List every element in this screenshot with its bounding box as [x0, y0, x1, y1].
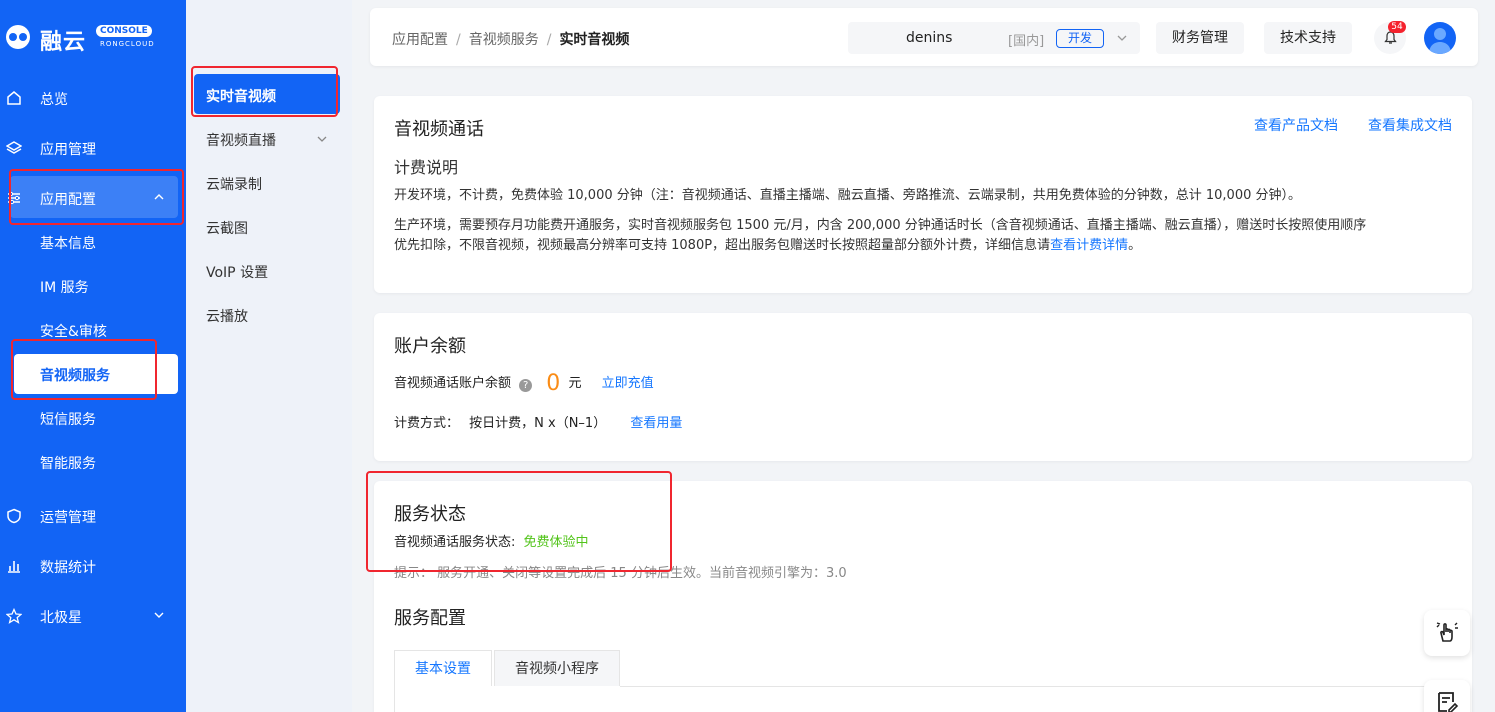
breadcrumb-av-service[interactable]: 音视频服务	[469, 32, 539, 48]
call-card-title: 音视频通话	[394, 119, 484, 140]
subnav-item-cloud-playback[interactable]: 云播放	[206, 306, 248, 326]
status-card-title: 服务状态	[394, 504, 466, 525]
billing-detail-link[interactable]: 查看计费详情	[1050, 238, 1128, 253]
floating-feedback-button[interactable]	[1424, 680, 1470, 712]
balance-value: 0	[546, 371, 561, 396]
config-icon	[8, 191, 20, 205]
tab-basic-settings[interactable]: 基本设置	[394, 650, 492, 686]
usage-link[interactable]: 查看用量	[630, 416, 682, 431]
status-value: 免费体验中	[523, 535, 589, 550]
sidebar-item-app-management[interactable]: 应用管理	[0, 132, 186, 164]
breadcrumb-current: 实时音视频	[559, 32, 630, 48]
brand-name: 融云	[40, 30, 87, 55]
subnav-item-rtc[interactable]: 实时音视频	[206, 86, 276, 106]
env-badge: 开发	[1056, 29, 1104, 48]
status-label: 音视频通话服务状态:	[394, 535, 516, 550]
sidebar-item-north-star[interactable]: 北极星	[0, 600, 186, 632]
sidebar-item-operations[interactable]: 运营管理	[0, 500, 186, 532]
help-icon[interactable]: ?	[519, 379, 533, 392]
subnav-item-live[interactable]: 音视频直播	[206, 130, 276, 150]
chevron-down-icon	[1117, 35, 1127, 41]
floating-gesture-button[interactable]	[1424, 610, 1470, 656]
billing-method-row: 计费方式： 按日计费，N x（N–1） 查看用量	[394, 412, 682, 431]
chevron-down-icon	[317, 136, 327, 142]
account-selector[interactable]: denins [国内] 开发	[848, 22, 1140, 54]
support-button[interactable]: 技术支持	[1264, 22, 1352, 54]
rongcloud-logo-icon	[6, 25, 30, 49]
edit-note-icon	[1438, 692, 1459, 712]
bar-chart-icon	[8, 561, 20, 573]
chevron-up-icon	[154, 194, 164, 200]
balance-card: 账户余额 音视频通话账户余额 ? 0 元 立即充值 计费方式： 按日计费，N x…	[374, 313, 1472, 461]
tab-divider	[620, 686, 1438, 687]
integration-doc-link[interactable]: 查看集成文档	[1368, 115, 1452, 135]
sidebar-subitem-sms[interactable]: 短信服务	[40, 409, 96, 429]
tab-mini-program[interactable]: 音视频小程序	[494, 650, 620, 686]
sidebar-subitem-av-service[interactable]: 音视频服务	[40, 365, 110, 385]
subnav-item-cloud-recording[interactable]: 云端录制	[206, 174, 262, 194]
billing-method-label: 计费方式：	[394, 416, 460, 431]
balance-row: 音视频通话账户余额 ? 0 元 立即充值	[394, 371, 654, 399]
chevron-down-icon	[154, 612, 164, 618]
tab-panel-border	[394, 686, 395, 712]
balance-card-title: 账户余额	[394, 336, 466, 357]
sidebar-item-statistics[interactable]: 数据统计	[0, 550, 186, 582]
call-card: 音视频通话 查看产品文档 查看集成文档 计费说明 开发环境，不计费，免费体验 1…	[374, 96, 1472, 293]
shield-icon	[7, 508, 21, 524]
sidebar-subitem-im-service[interactable]: IM 服务	[40, 277, 89, 297]
sidebar-subitem-security[interactable]: 安全&审核	[40, 321, 107, 341]
billing-method-value: 按日计费，N x（N–1）	[469, 416, 607, 431]
balance-currency: 元	[568, 376, 582, 391]
billing-dev-text: 开发环境，不计费，免费体验 10,000 分钟（注：音视频通话、直播主播端、融云…	[394, 188, 1302, 203]
bell-icon	[1384, 31, 1397, 44]
notification-count: 54	[1388, 21, 1406, 33]
status-tip: 提示： 服务开通、关闭等设置完成后 15 分钟后生效。当前音视频引擎为：3.0	[394, 566, 847, 581]
console-badge: CONSOLE RONGCLOUD	[96, 24, 172, 50]
user-avatar-icon	[1429, 28, 1451, 54]
subnav-item-screenshot[interactable]: 云截图	[206, 218, 248, 238]
billing-prod-text-2: 优先扣除，不限音视频，视频最高分辨率可支持 1080P，超出服务包赠送时长按照超…	[394, 238, 1142, 253]
account-name: denins	[906, 30, 953, 46]
main-sidebar: 融云 CONSOLE RONGCLOUD 总览 应用管理 应用配置 基本信息 I…	[0, 0, 186, 712]
balance-label: 音视频通话账户余额	[394, 376, 512, 391]
status-row: 音视频通话服务状态: 免费体验中	[394, 531, 589, 550]
finance-button[interactable]: 财务管理	[1156, 22, 1244, 54]
billing-title: 计费说明	[394, 158, 459, 177]
top-header: 应用配置 / 音视频服务 / 实时音视频 denins [国内] 开发 财务管理 技术支…	[370, 8, 1478, 66]
hand-pointer-icon	[1436, 622, 1458, 642]
billing-prod-text: 生产环境，需要预存月功能费开通服务，实时音视频服务包 1500 元/月，内含 2…	[394, 218, 1367, 233]
recharge-link[interactable]: 立即充值	[602, 376, 654, 391]
avatar[interactable]	[1424, 22, 1456, 54]
breadcrumb: 应用配置 / 音视频服务 / 实时音视频	[392, 32, 630, 48]
product-doc-link[interactable]: 查看产品文档	[1254, 115, 1338, 135]
subnav-item-voip[interactable]: VoIP 设置	[206, 262, 268, 282]
layers-icon	[6, 141, 22, 154]
sidebar-subitem-basic-info[interactable]: 基本信息	[40, 233, 96, 253]
star-icon	[6, 608, 22, 624]
breadcrumb-app-config[interactable]: 应用配置	[392, 32, 448, 48]
sidebar-subitem-ai[interactable]: 智能服务	[40, 453, 96, 473]
home-icon	[7, 91, 21, 105]
sidebar-item-app-config[interactable]: 应用配置	[0, 182, 186, 214]
account-region: [国内]	[1008, 34, 1045, 49]
service-config-title: 服务配置	[394, 608, 466, 629]
sidebar-item-overview[interactable]: 总览	[0, 82, 186, 114]
